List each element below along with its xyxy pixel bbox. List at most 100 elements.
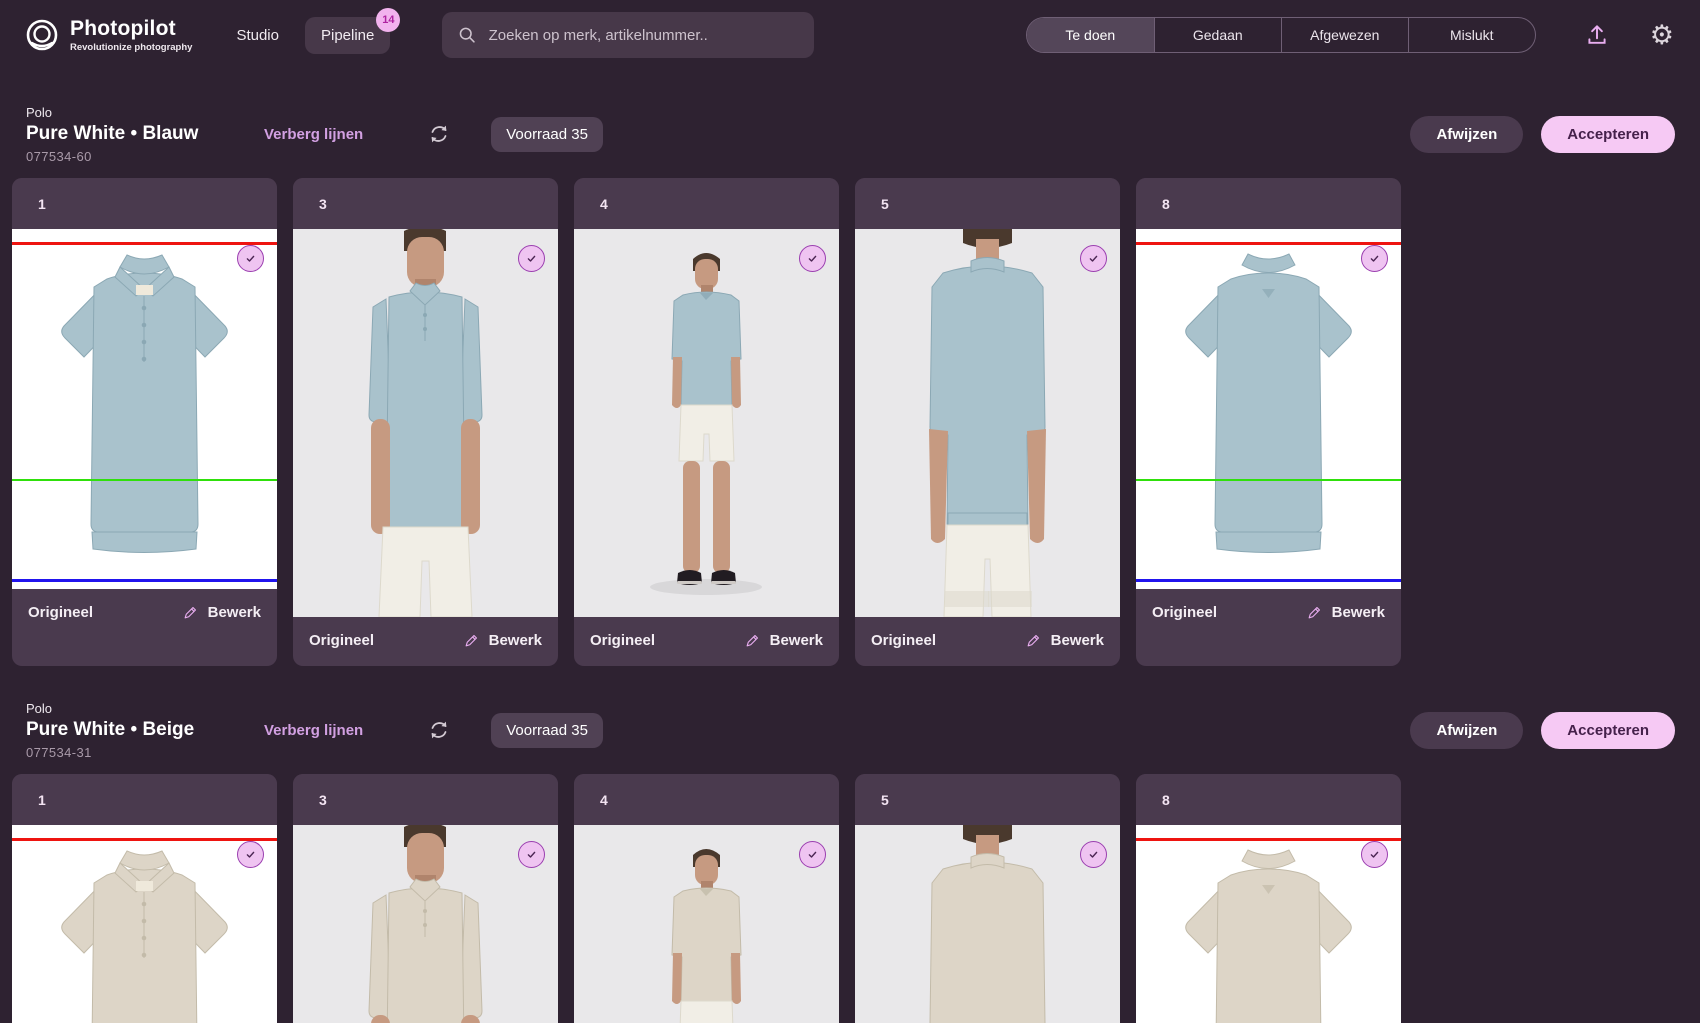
product-section-blauw: Polo Pure White • Blauw 077534-60 Verber… xyxy=(0,104,1700,666)
product-photo[interactable] xyxy=(12,825,277,1023)
check-icon[interactable] xyxy=(237,841,264,868)
card-footer: Origineel Bewerk xyxy=(855,617,1120,666)
settings-button[interactable]: ⚙ xyxy=(1650,22,1674,49)
photo-number: 4 xyxy=(600,196,608,212)
guide-line-green xyxy=(1136,479,1401,481)
card-footer: Origineel Bewerk xyxy=(12,589,277,666)
polo-flat-front-illustration xyxy=(12,229,277,589)
bewerk-label: Bewerk xyxy=(208,602,261,623)
filter-mislukt[interactable]: Mislukt xyxy=(1408,18,1535,52)
product-photo[interactable] xyxy=(574,229,839,617)
guide-line-blue xyxy=(12,579,277,582)
photo-index-bar: 1 xyxy=(12,774,277,825)
refresh-icon xyxy=(427,718,451,742)
search-icon xyxy=(458,25,476,45)
card-footer: Origineel Bewerk xyxy=(574,617,839,666)
photo-number: 5 xyxy=(881,196,889,212)
search-bar[interactable] xyxy=(442,12,814,58)
check-icon[interactable] xyxy=(1361,245,1388,272)
bewerk-button[interactable]: Bewerk xyxy=(182,602,261,623)
bewerk-button[interactable]: Bewerk xyxy=(1306,602,1385,623)
pipeline-count-badge: 14 xyxy=(376,8,400,32)
bewerk-button[interactable]: Bewerk xyxy=(463,630,542,651)
nav-pipeline-label: Pipeline xyxy=(321,27,374,44)
photo-card: 3 Origineel Bewerk xyxy=(293,774,558,1023)
check-icon[interactable] xyxy=(1080,245,1107,272)
photo-number: 3 xyxy=(319,792,327,808)
photo-number: 1 xyxy=(38,792,46,808)
origineel-label: Origineel xyxy=(28,602,93,623)
bewerk-button[interactable]: Bewerk xyxy=(1025,630,1104,651)
product-category: Polo xyxy=(26,105,264,120)
reject-button[interactable]: Afwijzen xyxy=(1410,712,1523,749)
card-footer: Origineel Bewerk xyxy=(1136,589,1401,666)
product-photo[interactable] xyxy=(293,229,558,617)
nav-pipeline[interactable]: Pipeline 14 xyxy=(305,17,390,54)
filter-te-doen[interactable]: Te doen xyxy=(1027,18,1154,52)
pencil-icon xyxy=(744,632,761,649)
accept-button[interactable]: Accepteren xyxy=(1541,116,1675,153)
product-photo[interactable] xyxy=(12,229,277,589)
refresh-button[interactable] xyxy=(427,718,451,742)
reject-button[interactable]: Afwijzen xyxy=(1410,116,1523,153)
bewerk-button[interactable]: Bewerk xyxy=(744,630,823,651)
main-nav: Studio Pipeline 14 xyxy=(222,17,390,54)
product-section-beige: Polo Pure White • Beige 077534-31 Verber… xyxy=(0,700,1700,1023)
guide-line-red xyxy=(12,838,277,841)
stock-badge[interactable]: Voorraad 35 xyxy=(491,117,603,152)
refresh-button[interactable] xyxy=(427,122,451,146)
photo-number: 3 xyxy=(319,196,327,212)
photo-number: 1 xyxy=(38,196,46,212)
photo-card: 3 Origineel Bewerk xyxy=(293,178,558,666)
upload-icon xyxy=(1584,22,1610,48)
pencil-icon xyxy=(1025,632,1042,649)
polo-model-full-illustration xyxy=(574,229,839,617)
check-icon[interactable] xyxy=(799,245,826,272)
section-header: Polo Pure White • Blauw 077534-60 Verber… xyxy=(0,104,1700,164)
section-header: Polo Pure White • Beige 077534-31 Verber… xyxy=(0,700,1700,760)
pencil-icon xyxy=(182,604,199,621)
product-photo[interactable] xyxy=(855,825,1120,1023)
accept-button[interactable]: Accepteren xyxy=(1541,712,1675,749)
origineel-label: Origineel xyxy=(1152,602,1217,623)
bewerk-label: Bewerk xyxy=(770,630,823,651)
brand[interactable]: Photopilot Revolutionize photography xyxy=(24,17,192,53)
photo-number: 5 xyxy=(881,792,889,808)
hide-lines-link[interactable]: Verberg lijnen xyxy=(264,126,363,143)
origineel-label: Origineel xyxy=(871,630,936,651)
photopilot-logo-icon xyxy=(24,17,60,53)
refresh-icon xyxy=(427,122,451,146)
stock-badge[interactable]: Voorraad 35 xyxy=(491,713,603,748)
guide-line-red xyxy=(1136,838,1401,841)
product-photo[interactable] xyxy=(1136,825,1401,1023)
photo-number: 8 xyxy=(1162,792,1170,808)
product-photo[interactable] xyxy=(1136,229,1401,589)
product-photo[interactable] xyxy=(855,229,1120,617)
bewerk-label: Bewerk xyxy=(489,630,542,651)
guide-line-blue xyxy=(1136,579,1401,582)
product-photo[interactable] xyxy=(293,825,558,1023)
photo-card: 1 Origineel Bewerk xyxy=(12,178,277,666)
photo-card: 4 Origineel Bewerk xyxy=(574,178,839,666)
check-icon[interactable] xyxy=(518,841,545,868)
check-icon[interactable] xyxy=(1080,841,1107,868)
nav-studio[interactable]: Studio xyxy=(222,17,293,54)
check-icon[interactable] xyxy=(518,245,545,272)
status-filter: Te doen Gedaan Afgewezen Mislukt xyxy=(1026,17,1536,53)
check-icon[interactable] xyxy=(1361,841,1388,868)
photo-index-bar: 5 xyxy=(855,774,1120,825)
photo-number: 8 xyxy=(1162,196,1170,212)
polo-flat-back-illustration xyxy=(1136,229,1401,589)
search-input[interactable] xyxy=(489,27,799,44)
photo-grid: 1 Origineel Bewerk 3 xyxy=(0,178,1700,666)
photo-number: 4 xyxy=(600,792,608,808)
check-icon[interactable] xyxy=(237,245,264,272)
product-sku: 077534-60 xyxy=(26,149,264,164)
filter-afgewezen[interactable]: Afgewezen xyxy=(1281,18,1408,52)
product-photo[interactable] xyxy=(574,825,839,1023)
check-icon[interactable] xyxy=(799,841,826,868)
filter-gedaan[interactable]: Gedaan xyxy=(1154,18,1281,52)
photo-card: 8 Origineel Bewerk xyxy=(1136,178,1401,666)
hide-lines-link[interactable]: Verberg lijnen xyxy=(264,722,363,739)
upload-button[interactable] xyxy=(1584,22,1610,48)
